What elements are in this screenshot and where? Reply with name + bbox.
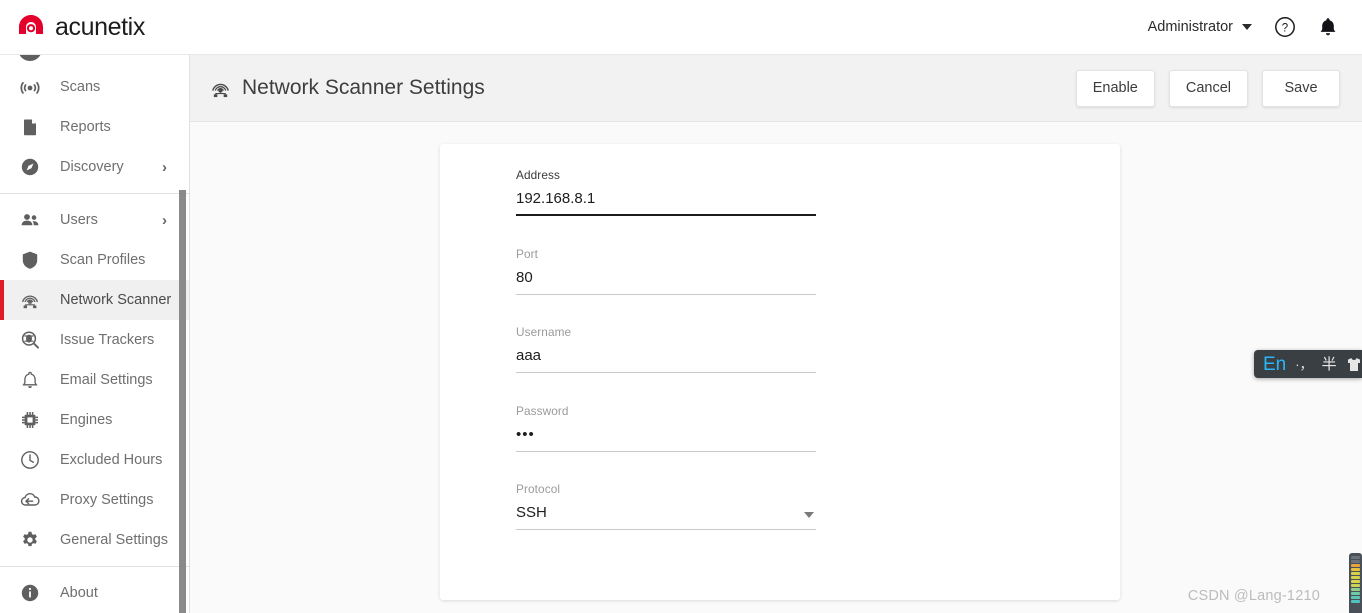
top-bar: acunetix Administrator ?: [0, 0, 1362, 55]
sidebar-item-issue-trackers[interactable]: Issue Trackers: [0, 320, 189, 360]
gear-icon: [18, 528, 42, 552]
sidebar-item-label: Excluded Hours: [60, 452, 163, 468]
watermark-text: CSDN @Lang-1210: [1187, 588, 1320, 604]
page-header: Network Scanner Settings Enable Cancel S…: [190, 55, 1362, 122]
sidebar-item-label: Issue Trackers: [60, 332, 155, 348]
sidebar-item-label: General Settings: [60, 532, 169, 548]
sidebar-item-general-settings[interactable]: General Settings: [0, 520, 189, 560]
network-scanner-icon: [208, 76, 232, 100]
sidebar-item-label: Network Scanner: [60, 292, 172, 308]
shield-icon: [18, 248, 42, 272]
partially-visible-icon: [18, 55, 42, 61]
sidebar-item-excluded-hours[interactable]: Excluded Hours: [0, 440, 189, 480]
user-menu-label: Administrator: [1147, 19, 1233, 35]
field-underline: [516, 346, 816, 373]
save-button[interactable]: Save: [1262, 69, 1340, 107]
sidebar-item-reports[interactable]: Reports: [0, 107, 189, 147]
sidebar-item-label: Scans: [60, 79, 101, 95]
cancel-button[interactable]: Cancel: [1168, 69, 1248, 107]
sidebar-item-label: Engines: [60, 412, 113, 428]
password-input[interactable]: [516, 424, 816, 444]
field-label: Password: [516, 403, 569, 418]
users-icon: [18, 208, 42, 232]
sidebar-item-network-scanner[interactable]: Network Scanner: [0, 280, 189, 320]
sidebar-scroll-cutoff: [0, 55, 189, 67]
ime-language-label[interactable]: En: [1263, 355, 1286, 374]
enable-button[interactable]: Enable: [1075, 69, 1155, 107]
bell-icon: [18, 368, 42, 392]
protocol-selected-value: SSH: [516, 504, 547, 521]
sidebar-item-engines[interactable]: Engines: [0, 400, 189, 440]
field-label: Username: [516, 325, 572, 339]
ime-halfwidth-icon[interactable]: 半: [1322, 357, 1337, 372]
main-content: Network Scanner Settings Enable Cancel S…: [190, 55, 1362, 613]
sidebar-item-discovery[interactable]: Discovery ›: [0, 147, 189, 187]
network-scanner-icon: [18, 288, 42, 312]
sidebar-item-scans[interactable]: Scans: [0, 67, 189, 107]
info-circle-icon: [18, 581, 42, 605]
shirt-icon[interactable]: [1346, 357, 1362, 372]
page-action-buttons: Enable Cancel Save: [1075, 69, 1340, 107]
sidebar-item-label: Proxy Settings: [60, 492, 154, 508]
field-protocol: Protocol SSH: [516, 482, 816, 530]
address-input[interactable]: [516, 189, 816, 208]
cpu-chip-icon: [18, 408, 42, 432]
field-label: Address: [516, 168, 560, 182]
sidebar-item-label: Reports: [60, 119, 111, 135]
bug-search-icon: [18, 328, 42, 352]
ime-language-bar[interactable]: En ·， 半: [1254, 350, 1362, 378]
brand-logo[interactable]: acunetix: [16, 12, 145, 42]
field-label: Protocol: [516, 482, 561, 496]
right-edge-scrollbar[interactable]: [1349, 553, 1362, 613]
sidebar-item-label: Discovery: [60, 159, 124, 175]
sidebar-item-label: About: [60, 585, 98, 601]
field-port: Port: [516, 247, 816, 295]
field-underline: [516, 189, 816, 216]
field-underline: [516, 267, 816, 295]
sidebar-scrollbar-thumb[interactable]: [179, 190, 186, 613]
sidebar-divider: [0, 193, 189, 194]
field-underline: [516, 424, 816, 452]
sidebar-nav: Scans Reports Discovery › Users › Scan P…: [0, 55, 190, 613]
clock-icon: [18, 448, 42, 472]
compass-icon: [18, 155, 42, 179]
sidebar-item-scan-profiles[interactable]: Scan Profiles: [0, 240, 189, 280]
cloud-arrow-icon: [18, 488, 42, 512]
network-scanner-form-card: Address Port Username: [440, 144, 1120, 600]
sidebar-item-label: Users: [60, 212, 98, 228]
chevron-right-icon: ›: [162, 211, 167, 229]
acunetix-logo-icon: [16, 12, 46, 42]
field-password: Password: [516, 404, 816, 452]
sidebar-item-email-settings[interactable]: Email Settings: [0, 360, 189, 400]
sidebar-item-proxy-settings[interactable]: Proxy Settings: [0, 480, 189, 520]
sidebar-item-users[interactable]: Users ›: [0, 200, 189, 240]
document-icon: [18, 115, 42, 139]
field-label: Port: [516, 246, 539, 261]
top-bar-right-group: Administrator ?: [1148, 16, 1338, 38]
form-fields: Address Port Username: [440, 144, 1120, 530]
field-username: Username: [516, 325, 816, 373]
ime-punctuation-icon[interactable]: ·，: [1295, 358, 1312, 371]
bell-icon[interactable]: [1318, 16, 1338, 38]
dropdown-caret-icon[interactable]: [804, 512, 814, 518]
help-circle-icon[interactable]: ?: [1274, 16, 1296, 38]
sidebar-item-label: Email Settings: [60, 372, 153, 388]
sidebar-item-about[interactable]: About: [0, 573, 189, 613]
user-menu[interactable]: Administrator: [1148, 19, 1252, 35]
sidebar-divider: [0, 566, 189, 567]
brand-wordmark: acunetix: [55, 12, 145, 41]
scans-target-icon: [18, 75, 42, 99]
sidebar-item-label: Scan Profiles: [60, 252, 146, 268]
username-input[interactable]: [516, 346, 816, 365]
port-input[interactable]: [516, 267, 816, 287]
settings-card-area: Address Port Username: [190, 122, 1362, 613]
field-address: Address: [516, 168, 816, 216]
page-title: Network Scanner Settings: [242, 76, 485, 99]
chevron-down-icon: [1242, 24, 1252, 30]
svg-text:?: ?: [1282, 22, 1288, 34]
acunetix-app-window: acunetix Administrator ? Scans Reports D…: [0, 0, 1362, 613]
chevron-right-icon: ›: [162, 158, 167, 176]
protocol-select[interactable]: SSH: [516, 503, 816, 530]
